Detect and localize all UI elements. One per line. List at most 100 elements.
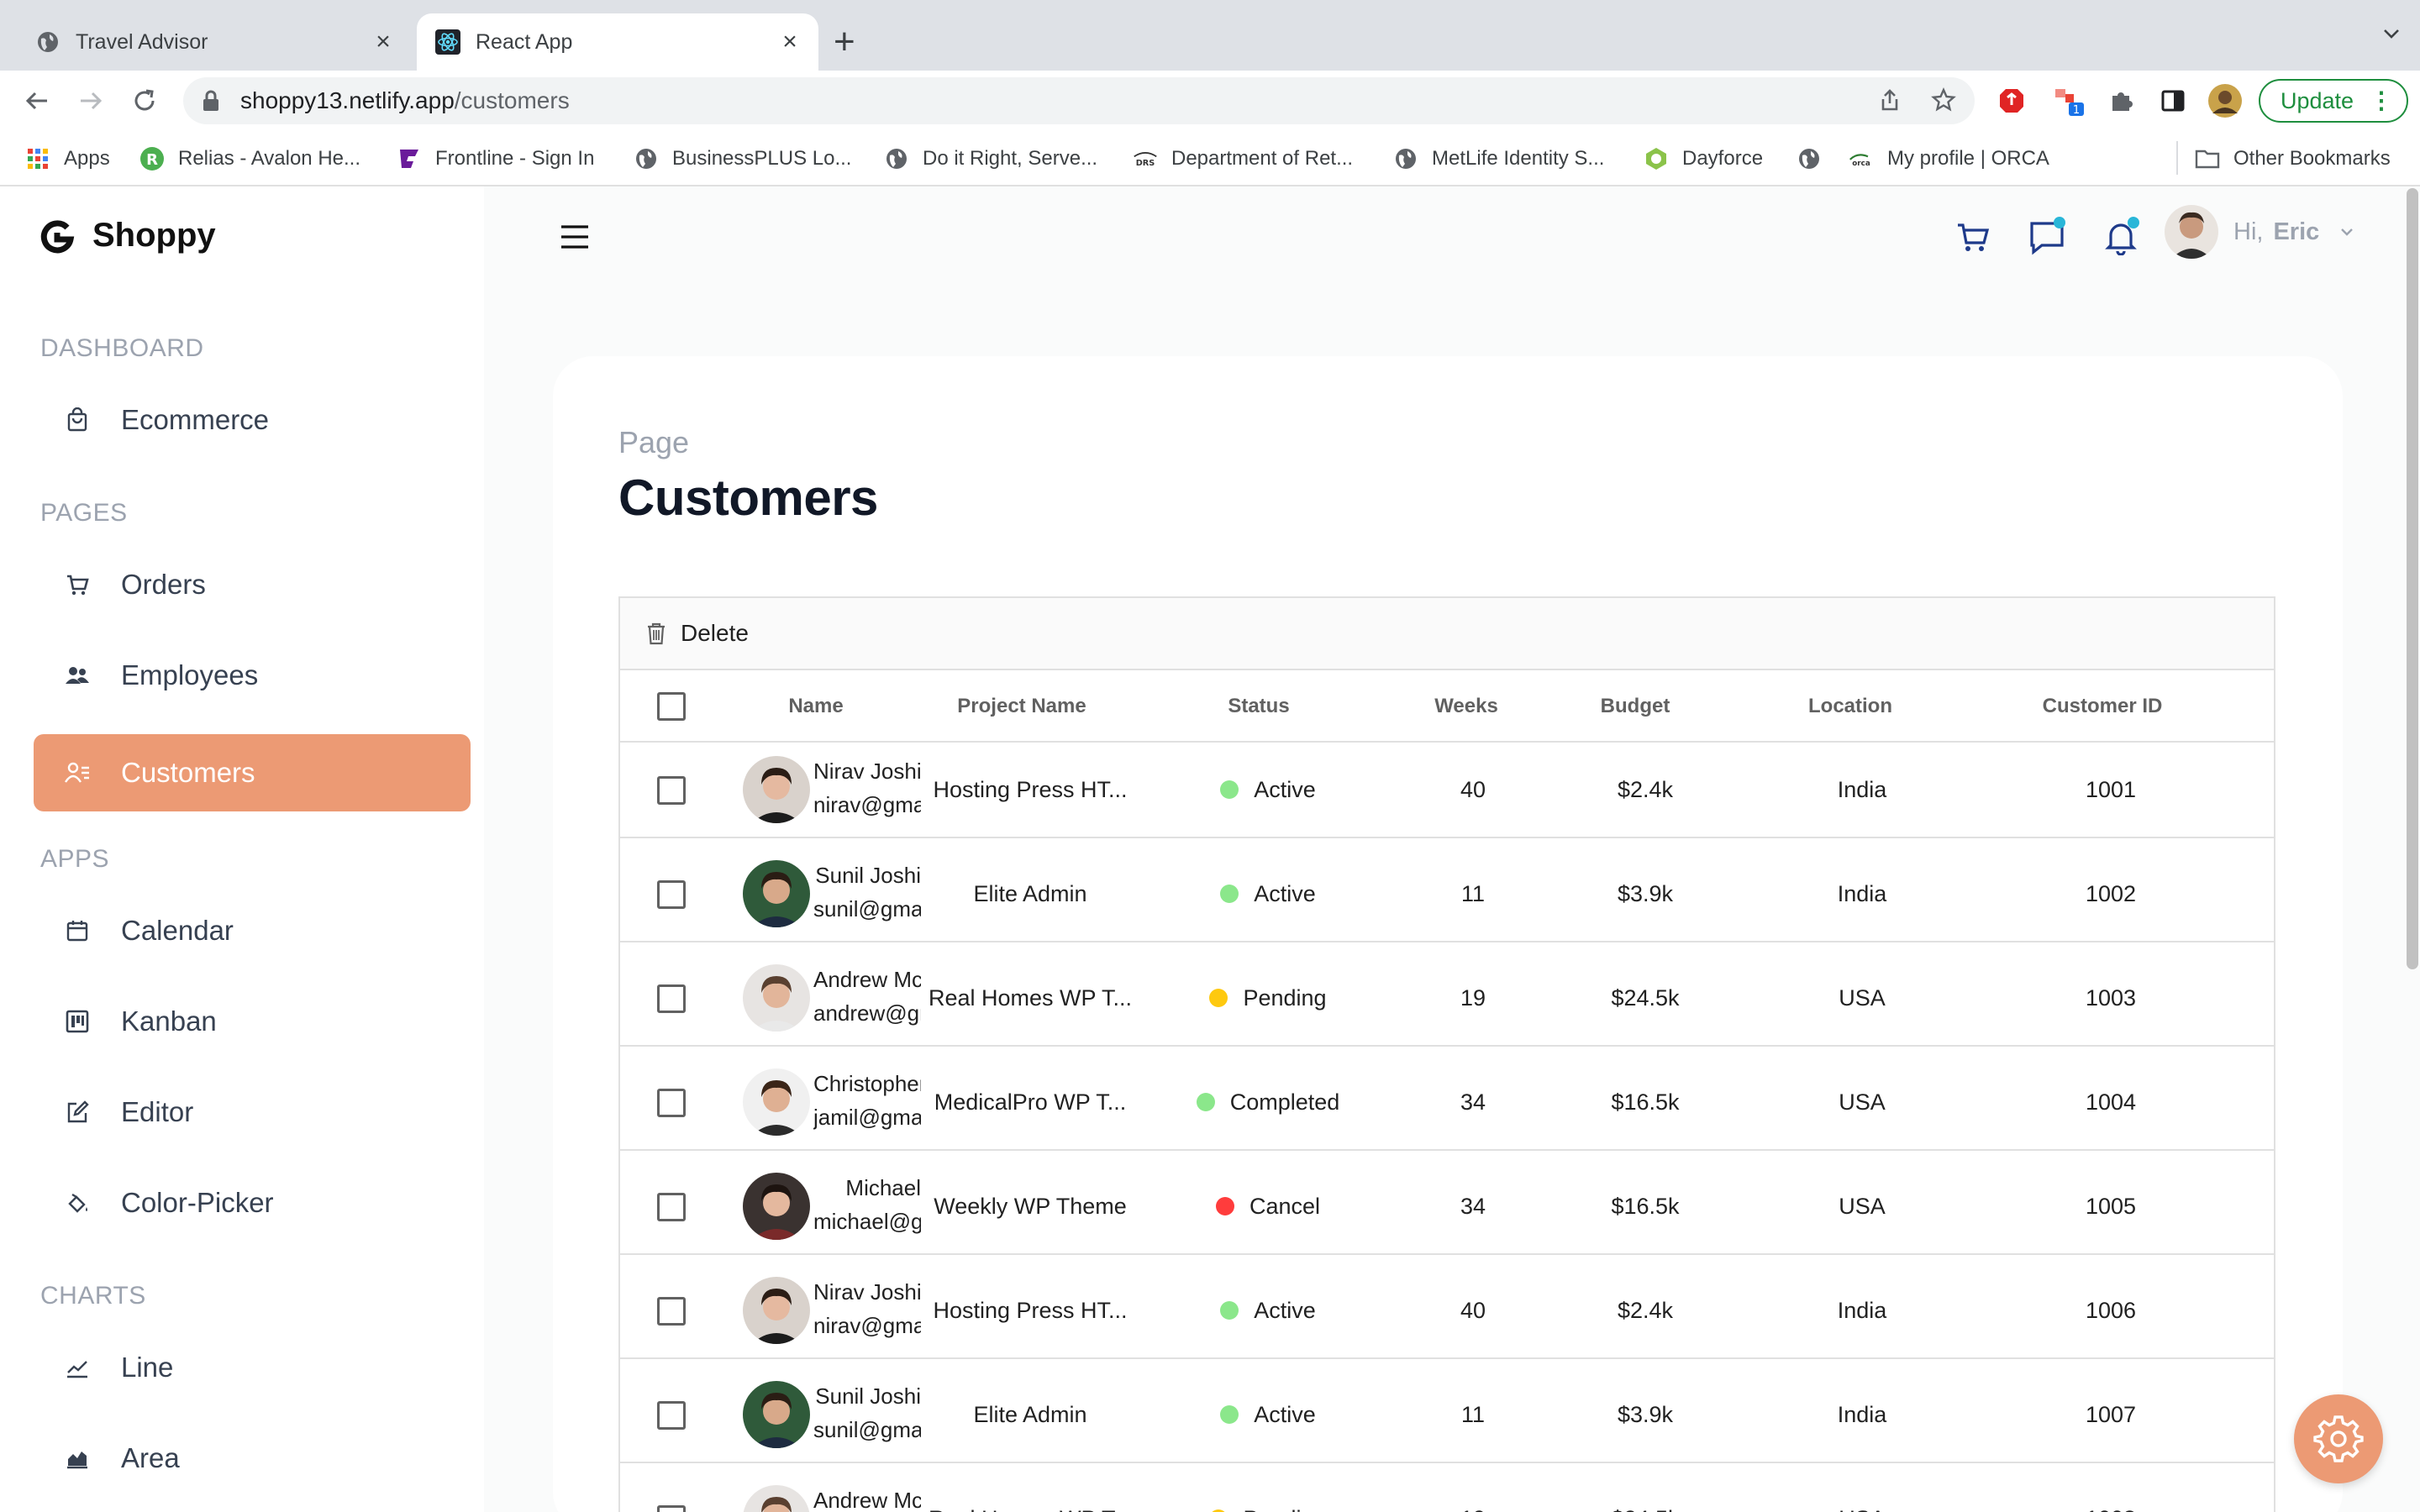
- svg-text:DRS: DRS: [1136, 159, 1155, 168]
- sidebar-item-employees[interactable]: Employees: [34, 637, 471, 714]
- row-checkbox[interactable]: [657, 1193, 686, 1221]
- weeks: 11: [1460, 1401, 1486, 1427]
- trash-icon: [648, 622, 665, 645]
- cart-icon: [60, 568, 94, 601]
- url-host: shoppy13.netlify.app: [240, 87, 455, 113]
- bookmark-businessplus[interactable]: BusinessPLUS Lo...: [634, 144, 851, 173]
- bookmark-orca[interactable]: orca My profile | ORCA: [1849, 144, 2049, 173]
- bookmark-star-icon[interactable]: [1931, 87, 1956, 118]
- sidebar-item-kanban[interactable]: Kanban: [34, 983, 471, 1060]
- bookmark-dayforce[interactable]: Dayforce: [1644, 144, 1763, 173]
- grid-header: Name Project Name Status Weeks Budget Lo…: [620, 670, 2274, 743]
- column-header-project[interactable]: Project Name: [913, 670, 1131, 743]
- status-text: Pending: [1243, 984, 1327, 1011]
- sidebar-item-label: Customers: [121, 757, 255, 788]
- sidebar-item-line[interactable]: Line: [34, 1329, 471, 1406]
- bookmark-apps[interactable]: Apps: [25, 144, 110, 173]
- location: USA: [1839, 984, 1886, 1011]
- status-cell: Cancel: [1131, 1159, 1405, 1253]
- row-checkbox[interactable]: [657, 1401, 686, 1430]
- bookmark-do-it-right[interactable]: Do it Right, Serve...: [884, 144, 1097, 173]
- more-vert-icon[interactable]: ⋮: [2370, 89, 2393, 113]
- sidebar-item-color-picker[interactable]: Color-Picker: [34, 1164, 471, 1242]
- table-row[interactable]: Andrew McDowell andrew@gmail.com Real Ho…: [620, 1472, 2274, 1512]
- update-button[interactable]: Update ⋮: [2259, 79, 2408, 123]
- badge-extension-icon[interactable]: 1: [2050, 82, 2087, 119]
- sidebar-item-calendar[interactable]: Calendar: [34, 892, 471, 969]
- bookmark-globe[interactable]: [1797, 144, 1835, 173]
- globe-icon: [35, 29, 60, 55]
- table-row[interactable]: Sunil Joshi sunil@gmail.com Elite Admin …: [620, 1368, 2274, 1463]
- table-row[interactable]: Sunil Joshi sunil@gmail.com Elite Admin …: [620, 847, 2274, 942]
- table-row[interactable]: Nirav Joshi nirav@gmail.com Hosting Pres…: [620, 743, 2274, 838]
- budget: $3.9k: [1617, 1401, 1674, 1427]
- table-row[interactable]: Nirav Joshi nirav@gmail.com Hosting Pres…: [620, 1263, 2274, 1359]
- bookmark-frontline[interactable]: Frontline - Sign In: [397, 144, 594, 173]
- user-profile-menu[interactable]: Hi, Eric: [2165, 205, 2356, 259]
- cart-icon[interactable]: [1953, 217, 1993, 257]
- tab-travel-advisor[interactable]: Travel Advisor ×: [17, 13, 412, 71]
- share-icon[interactable]: [1877, 87, 1902, 118]
- row-checkbox[interactable]: [657, 1297, 686, 1326]
- column-header-customer-id[interactable]: Customer ID: [1976, 670, 2228, 743]
- app-logo[interactable]: Shoppy: [39, 217, 216, 255]
- close-tab-icon[interactable]: ×: [370, 29, 397, 55]
- status-text: Completed: [1229, 1089, 1340, 1115]
- address-bar[interactable]: shoppy13.netlify.app/customers: [183, 77, 1975, 124]
- project-name: Real Homes WP T...: [921, 1472, 1139, 1512]
- select-all-checkbox[interactable]: [657, 692, 686, 721]
- sidebar-item-customers[interactable]: Customers: [34, 734, 471, 811]
- grid-toolbar: Delete: [620, 598, 2274, 670]
- profile-avatar-icon[interactable]: [2207, 82, 2244, 119]
- browser-toolbar: shoppy13.netlify.app/customers 1 Update …: [0, 71, 2420, 131]
- reload-button[interactable]: [126, 82, 163, 119]
- row-checkbox[interactable]: [657, 1089, 686, 1117]
- sidebar-item-ecommerce[interactable]: Ecommerce: [34, 381, 471, 459]
- settings-button[interactable]: [2294, 1394, 2383, 1483]
- other-bookmarks[interactable]: Other Bookmarks: [2195, 144, 2391, 173]
- column-header-weeks[interactable]: Weeks: [1386, 670, 1546, 743]
- bookmark-metlife[interactable]: MetLife Identity S...: [1393, 144, 1604, 173]
- column-header-name[interactable]: Name: [721, 670, 911, 743]
- sidebar-item-orders[interactable]: Orders: [34, 546, 471, 623]
- delete-button[interactable]: Delete: [645, 620, 749, 647]
- forward-button[interactable]: [72, 82, 109, 119]
- column-header-status[interactable]: Status: [1131, 670, 1386, 743]
- customer-email: nirav@gmail.com: [813, 792, 921, 817]
- budget: $16.5k: [1611, 1089, 1680, 1115]
- customer-name-cell: Nirav Joshi nirav@gmail.com: [813, 1275, 921, 1349]
- sidebar-item-label: Orders: [121, 569, 206, 600]
- sidebar-item-editor[interactable]: Editor: [34, 1074, 471, 1151]
- table-row[interactable]: Andrew McDowell andrew@gmail.com Real Ho…: [620, 951, 2274, 1047]
- new-tab-button[interactable]: +: [834, 22, 855, 62]
- status-dot: [1220, 885, 1239, 903]
- tab-search-chevron-icon[interactable]: [2381, 24, 2402, 50]
- page-label: Page: [618, 425, 690, 459]
- back-button[interactable]: [18, 82, 55, 119]
- bell-icon[interactable]: [2101, 217, 2141, 257]
- row-checkbox[interactable]: [657, 1505, 686, 1512]
- bookmarks-divider: [2176, 141, 2178, 175]
- table-row[interactable]: Christopher Jamil jamil@gmail.com Medica…: [620, 1055, 2274, 1151]
- row-checkbox[interactable]: [657, 984, 686, 1013]
- column-header-location[interactable]: Location: [1724, 670, 1976, 743]
- customer-name: Nirav Joshi: [813, 1279, 921, 1305]
- table-row[interactable]: Michael michael@gmail.com Weekly WP Them…: [620, 1159, 2274, 1255]
- column-header-budget[interactable]: Budget: [1546, 670, 1724, 743]
- bookmark-relias[interactable]: R Relias - Avalon He...: [139, 144, 360, 173]
- customer-id: 1005: [2085, 1193, 2137, 1219]
- side-panel-icon[interactable]: [2154, 82, 2191, 119]
- tab-react-app[interactable]: React App ×: [417, 13, 818, 71]
- sidebar-item-area[interactable]: Area: [34, 1420, 471, 1497]
- weeks: 19: [1460, 984, 1486, 1011]
- shield-extension-icon[interactable]: [1993, 82, 2030, 119]
- menu-toggle-icon[interactable]: [558, 220, 592, 254]
- page-scrollbar[interactable]: [2407, 188, 2418, 969]
- row-checkbox[interactable]: [657, 880, 686, 909]
- row-checkbox[interactable]: [657, 776, 686, 805]
- extensions-puzzle-icon[interactable]: [2102, 82, 2139, 119]
- customer-id: 1007: [2085, 1401, 2137, 1427]
- chat-icon[interactable]: [2027, 217, 2067, 257]
- close-tab-icon[interactable]: ×: [776, 29, 803, 55]
- bookmark-department-of-ret[interactable]: DRS Department of Ret...: [1133, 144, 1353, 173]
